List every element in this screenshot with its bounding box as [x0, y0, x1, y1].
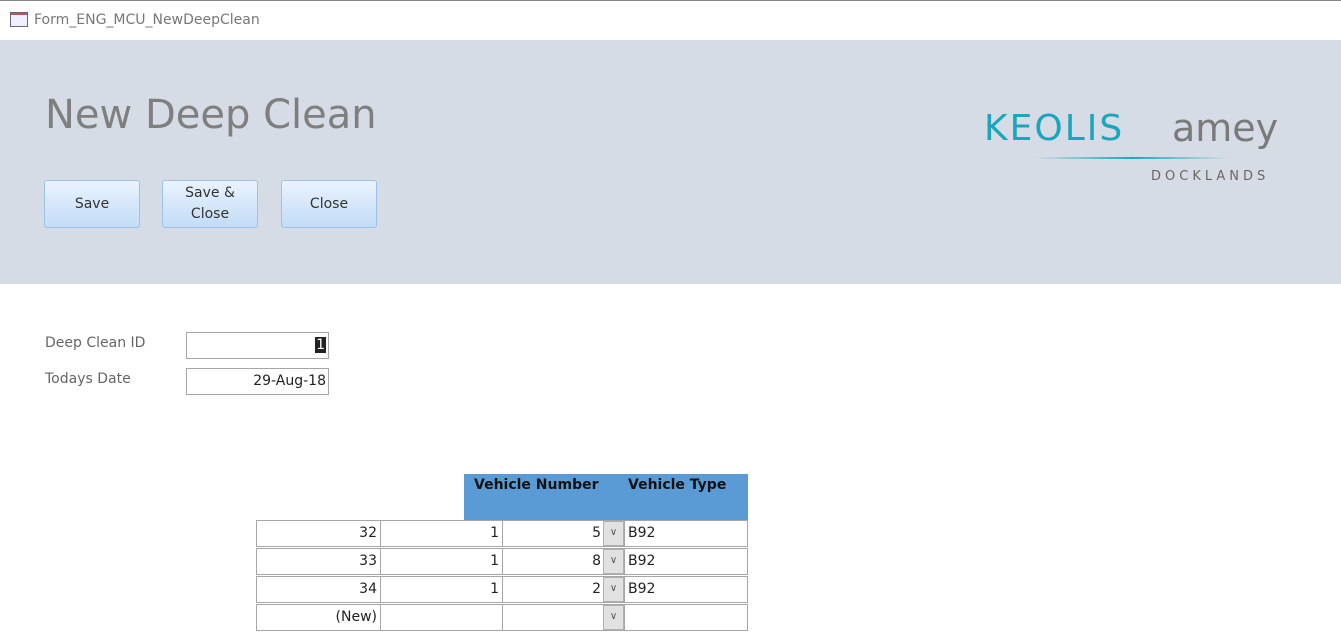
chevron-down-icon[interactable]: ∨ [603, 549, 624, 574]
header-vehicle-number: Vehicle Number [474, 477, 599, 493]
id-cell[interactable]: 33 [256, 548, 381, 575]
grid-header: Vehicle Number Vehicle Type [464, 474, 748, 520]
vehicle-type-cell[interactable]: B92 [624, 548, 748, 575]
vehicle-type-cell[interactable] [624, 604, 748, 631]
todays-date-label: Todays Date [45, 371, 131, 387]
chevron-down-icon[interactable]: ∨ [603, 521, 624, 546]
vehicle-number-combo[interactable]: ∨ [502, 604, 625, 631]
header-vehicle-type: Vehicle Type [628, 477, 727, 493]
value-cell[interactable] [380, 604, 503, 631]
vehicle-number-value: 2 [592, 581, 601, 597]
logo-keolis: KEOLIS [984, 108, 1125, 149]
window-title-bar: Form_ENG_MCU_NewDeepClean [0, 0, 1341, 41]
vehicle-number-combo[interactable]: 5 ∨ [502, 520, 625, 547]
value-cell[interactable]: 1 [380, 576, 503, 603]
value-cell[interactable]: 1 [380, 548, 503, 575]
logo-line [1034, 157, 1229, 159]
vehicle-number-value: 8 [592, 553, 601, 569]
vehicle-type-cell[interactable]: B92 [624, 576, 748, 603]
save-and-close-button[interactable]: Save & Close [162, 180, 258, 228]
deep-clean-id-field[interactable]: 1 [186, 332, 329, 359]
value-cell[interactable]: 1 [380, 520, 503, 547]
logo-amey: amey [1172, 106, 1279, 150]
logo-docklands: DOCKLANDS [1151, 169, 1270, 184]
keolis-amey-logo: KEOLIS amey DOCKLANDS [984, 106, 1284, 188]
window-title: Form_ENG_MCU_NewDeepClean [34, 12, 260, 28]
chevron-down-icon[interactable]: ∨ [603, 605, 624, 630]
vehicle-number-value: 5 [592, 525, 601, 541]
deep-clean-id-label: Deep Clean ID [45, 335, 146, 351]
save-button[interactable]: Save [44, 180, 140, 228]
close-button[interactable]: Close [281, 180, 377, 228]
id-cell[interactable]: 32 [256, 520, 381, 547]
id-cell[interactable]: 34 [256, 576, 381, 603]
page-title: New Deep Clean [45, 92, 377, 138]
vehicle-number-combo[interactable]: 8 ∨ [502, 548, 625, 575]
chevron-down-icon[interactable]: ∨ [603, 577, 624, 602]
id-cell[interactable]: (New) [256, 604, 381, 631]
form-icon [10, 12, 28, 27]
todays-date-field[interactable]: 29-Aug-18 [186, 368, 329, 395]
vehicle-number-combo[interactable]: 2 ∨ [502, 576, 625, 603]
deep-clean-id-value: 1 [315, 337, 326, 353]
vehicle-type-cell[interactable]: B92 [624, 520, 748, 547]
